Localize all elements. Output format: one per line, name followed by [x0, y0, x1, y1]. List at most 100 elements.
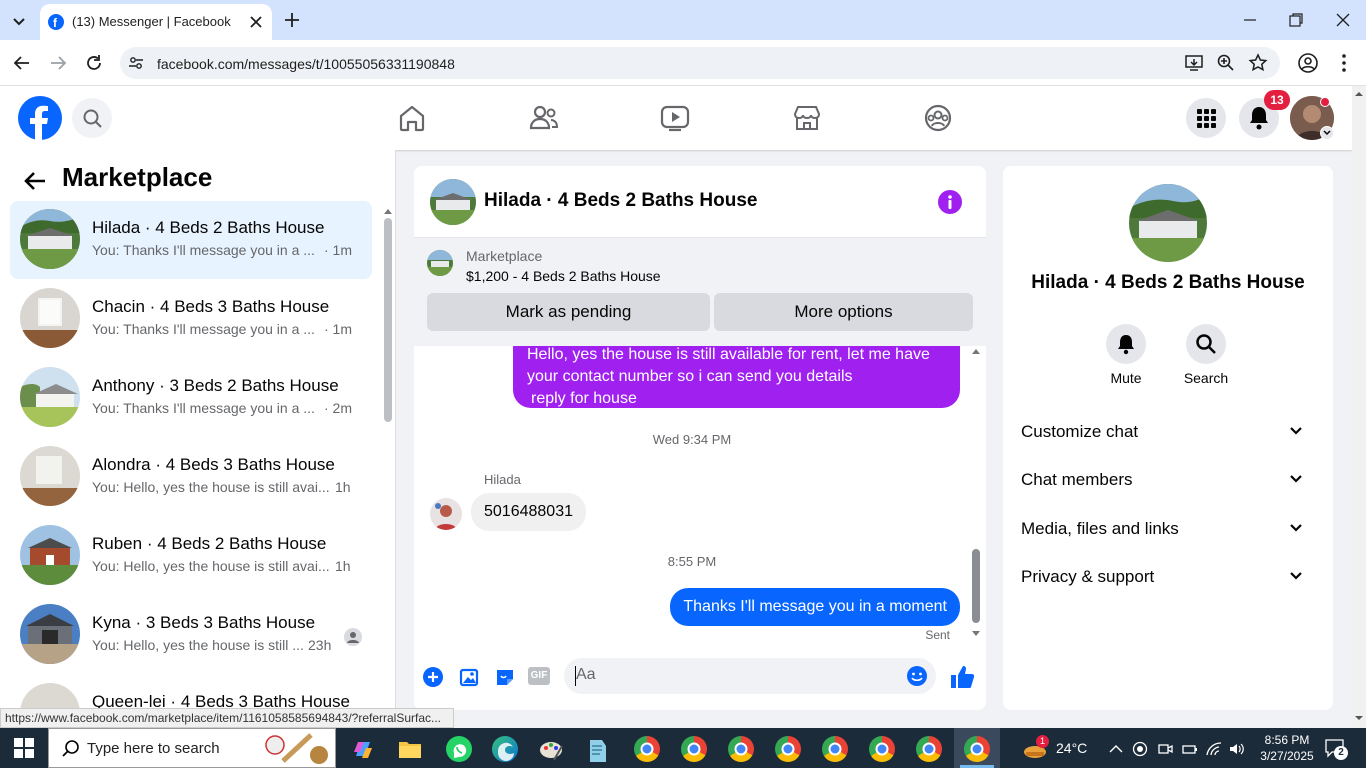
message-text: Hello, yes the house is still available … — [527, 346, 930, 385]
marketplace-icon[interactable] — [791, 102, 823, 134]
zoom-icon[interactable] — [1216, 53, 1236, 73]
listing-thumbnail — [20, 288, 80, 348]
privacy-support-section[interactable]: Privacy & support — [1021, 567, 1321, 587]
browser-tab[interactable]: f (13) Messenger | Facebook — [40, 4, 272, 40]
conversation-time: · 1m — [324, 321, 352, 337]
message-input[interactable]: Aa — [564, 658, 936, 694]
install-app-icon[interactable] — [1184, 53, 1204, 73]
conversation-time: 1h — [335, 479, 351, 495]
thumbs-up-icon[interactable] — [949, 664, 975, 690]
search-in-chat-button[interactable] — [1186, 324, 1226, 364]
mute-button[interactable] — [1106, 324, 1146, 364]
tray-chevron-up-icon[interactable] — [1108, 742, 1124, 756]
reload-icon[interactable] — [84, 53, 104, 73]
taskbar-search-box[interactable]: Type here to search — [48, 728, 336, 768]
restore-icon[interactable] — [1288, 12, 1304, 28]
tab-search-button[interactable] — [8, 10, 30, 32]
sent-status: Sent — [925, 628, 950, 642]
edge-icon[interactable] — [492, 736, 518, 762]
facebook-logo-icon[interactable] — [18, 96, 62, 140]
record-icon[interactable] — [1132, 741, 1148, 757]
scroll-down-arrow-icon[interactable] — [972, 631, 980, 637]
conversation-item[interactable]: Queen-lei · 4 Beds 3 Baths House — [10, 675, 372, 710]
conversation-item[interactable]: Ruben · 4 Beds 2 Baths House You: Hello,… — [10, 517, 372, 595]
details-avatar[interactable] — [1129, 184, 1207, 262]
file-explorer-icon[interactable] — [398, 738, 422, 760]
chat-avatar[interactable] — [430, 179, 476, 225]
search-icon — [61, 739, 81, 759]
scroll-up-arrow-icon[interactable] — [972, 348, 980, 354]
back-arrow-icon[interactable] — [22, 168, 48, 194]
emoji-icon[interactable] — [906, 665, 928, 687]
message-text: reply for house — [531, 390, 637, 407]
new-tab-icon[interactable] — [282, 10, 302, 30]
chrome-profile-icon[interactable] — [869, 736, 895, 762]
photo-icon[interactable] — [458, 666, 480, 688]
minimize-icon[interactable] — [1242, 12, 1258, 28]
notes-app-icon[interactable] — [586, 736, 610, 764]
chrome-menu-icon[interactable] — [1334, 52, 1354, 74]
conversation-item[interactable]: Chacin · 4 Beds 3 Baths House You: Thank… — [10, 280, 372, 358]
listing-price-title[interactable]: $1,200 - 4 Beds 2 Baths House — [466, 268, 661, 284]
chrome-profile-icon[interactable] — [916, 736, 942, 762]
url-text[interactable]: facebook.com/messages/t/1005505633119084… — [157, 56, 455, 72]
conversation-item[interactable]: Hilada · 4 Beds 2 Baths House You: Thank… — [10, 201, 372, 279]
video-icon[interactable] — [659, 102, 691, 134]
customize-chat-section[interactable]: Customize chat — [1021, 422, 1321, 442]
weather-temp[interactable]: 24°C — [1056, 740, 1087, 756]
site-info-icon[interactable] — [128, 55, 144, 71]
whatsapp-icon[interactable] — [446, 736, 472, 762]
conversation-preview: You: Hello, yes the house is still avai.… — [92, 558, 330, 574]
home-icon[interactable] — [396, 102, 428, 134]
account-chevron-down-icon[interactable] — [1320, 126, 1334, 140]
conversation-preview: You: Thanks I'll message you in a ... — [92, 400, 315, 416]
forward-arrow-icon[interactable] — [48, 53, 68, 73]
groups-icon[interactable] — [922, 102, 954, 134]
conversation-name: Anthony · 3 Beds 2 Baths House — [92, 376, 339, 395]
conversation-time: 1h — [335, 558, 351, 574]
chat-scrollbar-thumb[interactable] — [972, 549, 980, 623]
windows-start-icon[interactable] — [14, 738, 34, 758]
wifi-icon[interactable] — [1205, 741, 1223, 757]
chrome-active-icon[interactable] — [964, 736, 990, 762]
chrome-profile-icon[interactable] — [822, 736, 848, 762]
media-files-links-section[interactable]: Media, files and links — [1021, 519, 1321, 539]
conversation-item[interactable]: Alondra · 4 Beds 3 Baths House You: Hell… — [10, 438, 372, 516]
listing-mini-thumbnail — [427, 250, 453, 276]
chat-members-section[interactable]: Chat members — [1021, 470, 1321, 490]
left-panel-scrollbar-thumb[interactable] — [384, 218, 392, 422]
listing-thumbnail — [20, 604, 80, 664]
chrome-profile-icon[interactable] — [728, 736, 754, 762]
timestamp: 8:55 PM — [667, 554, 717, 569]
tab-close-icon[interactable] — [248, 14, 264, 30]
more-options-button[interactable]: More options — [714, 293, 973, 331]
meet-now-icon[interactable] — [1157, 741, 1173, 757]
info-icon[interactable] — [938, 190, 962, 214]
scroll-up-arrow-icon[interactable] — [384, 208, 392, 214]
chrome-profile-icon[interactable] — [775, 736, 801, 762]
page-scrollbar[interactable] — [1352, 86, 1366, 728]
close-window-icon[interactable] — [1335, 12, 1351, 28]
clock[interactable]: 8:56 PM 3/27/2025 — [1255, 732, 1319, 764]
battery-plug-icon[interactable] — [1181, 741, 1199, 757]
sender-avatar[interactable] — [430, 498, 462, 530]
conversation-item[interactable]: Kyna · 3 Beds 3 Baths House You: Hello, … — [10, 596, 372, 674]
search-button[interactable] — [72, 98, 112, 138]
profile-icon[interactable] — [1297, 52, 1319, 74]
sent-message-bubble: Hello, yes the house is still available … — [513, 346, 960, 408]
back-arrow-icon[interactable] — [12, 53, 32, 73]
chrome-profile-icon[interactable] — [681, 736, 707, 762]
plus-icon[interactable] — [422, 666, 444, 688]
gif-button[interactable]: GIF — [528, 667, 550, 685]
chat-details-panel: Hilada · 4 Beds 2 Baths House Mute Searc… — [1003, 166, 1333, 710]
bookmark-star-icon[interactable] — [1248, 53, 1268, 73]
copilot-icon[interactable] — [350, 736, 376, 762]
chrome-icon[interactable] — [634, 736, 660, 762]
conversation-item[interactable]: Anthony · 3 Beds 2 Baths House You: Than… — [10, 359, 372, 437]
menu-grid-button[interactable] — [1186, 98, 1226, 138]
sticker-icon[interactable] — [494, 666, 516, 688]
paint-icon[interactable] — [538, 736, 566, 764]
volume-icon[interactable] — [1228, 741, 1246, 757]
friends-icon[interactable] — [528, 102, 560, 134]
mark-as-pending-button[interactable]: Mark as pending — [427, 293, 710, 331]
